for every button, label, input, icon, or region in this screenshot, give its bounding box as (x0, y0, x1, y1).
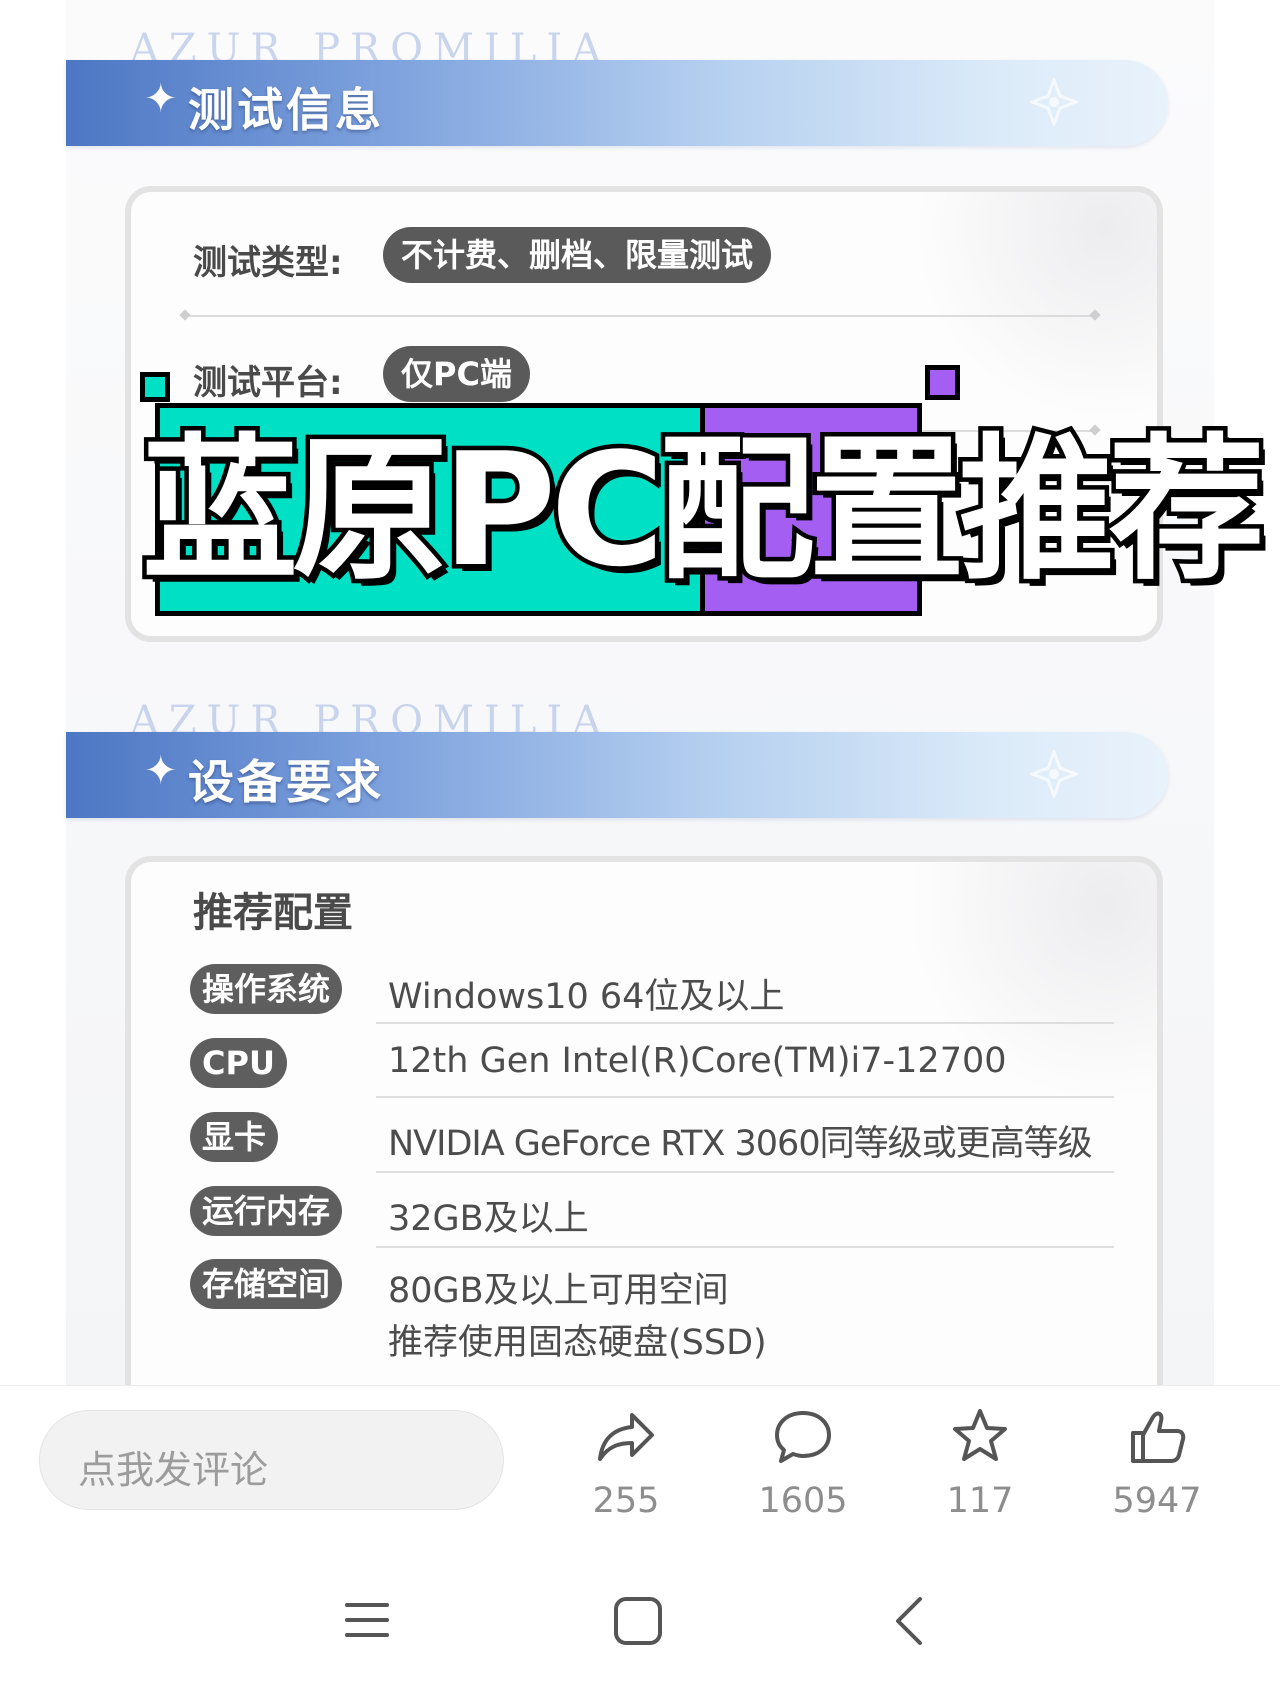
sparkle-icon: ✦ (144, 748, 178, 794)
thumbs-up-icon (1131, 1411, 1186, 1463)
like-button[interactable]: 5947 (1102, 1405, 1212, 1525)
divider (185, 315, 1095, 317)
diamond-ornament-icon (1030, 78, 1078, 126)
section-title: 测试信息 (188, 83, 384, 137)
decor-square-purple (925, 365, 960, 400)
section-banner-requirements: ✦ 设备要求 (66, 732, 1168, 818)
image-margin-right (1214, 0, 1280, 1385)
back-chevron-icon[interactable] (890, 1595, 930, 1647)
comment-placeholder: 点我发评论 (78, 1448, 269, 1492)
spec-value-storage: 80GB及以上可用空间 (388, 1271, 729, 1311)
spec-value-cpu: 12th Gen Intel(R)Core(TM)i7-12700 (388, 1041, 1007, 1081)
overlay-title: 蓝原PC配置推荐 (138, 416, 1270, 605)
comment-count: 1605 (758, 1481, 848, 1521)
spec-value-storage-note: 推荐使用固态硬盘(SSD) (388, 1323, 767, 1363)
sparkle-icon: ✦ (144, 76, 178, 122)
divider (376, 1022, 1114, 1024)
divider (376, 1171, 1114, 1173)
recent-apps-menu-icon[interactable] (342, 1595, 392, 1645)
comment-input[interactable]: 点我发评论 (39, 1410, 504, 1510)
divider (376, 1096, 1114, 1098)
test-platform-label: 测试平台: (193, 363, 343, 403)
post-image: AZUR PROMILIA ✦ 测试信息 测试类型: 不计费、删档、限量测试 测… (0, 0, 1280, 1385)
share-icon (598, 1413, 654, 1461)
comment-bubble-icon (775, 1411, 831, 1463)
recommended-config-heading: 推荐配置 (193, 890, 353, 936)
comment-button[interactable]: 1605 (748, 1405, 858, 1525)
decor-square-teal (140, 372, 170, 402)
spec-label-os: 操作系统 (190, 964, 343, 1014)
test-type-badge: 不计费、删档、限量测试 (383, 227, 772, 283)
spec-label-cpu: CPU (190, 1038, 287, 1088)
star-icon (953, 1409, 1007, 1461)
share-count: 255 (592, 1481, 660, 1521)
favorite-button[interactable]: 117 (925, 1405, 1035, 1525)
spec-label-storage: 存储空间 (190, 1259, 343, 1309)
spec-label-gpu: 显卡 (190, 1112, 279, 1162)
favorite-count: 117 (946, 1481, 1014, 1521)
section-title: 设备要求 (188, 755, 384, 809)
spec-value-os: Windows10 64位及以上 (388, 977, 785, 1017)
share-button[interactable]: 255 (571, 1405, 681, 1525)
divider (376, 1246, 1114, 1248)
test-type-label: 测试类型: (193, 243, 343, 283)
image-margin-left (0, 0, 66, 1385)
home-square-icon[interactable] (612, 1595, 664, 1647)
spec-value-ram: 32GB及以上 (388, 1199, 589, 1239)
spec-value-gpu: NVIDIA GeForce RTX 3060同等级或更高等级 (388, 1124, 1093, 1164)
spec-label-ram: 运行内存 (190, 1186, 343, 1236)
section-banner-info: ✦ 测试信息 (66, 60, 1168, 146)
test-platform-badge: 仅PC端 (383, 346, 530, 402)
diamond-ornament-icon (1030, 750, 1078, 798)
like-count: 5947 (1112, 1481, 1202, 1521)
